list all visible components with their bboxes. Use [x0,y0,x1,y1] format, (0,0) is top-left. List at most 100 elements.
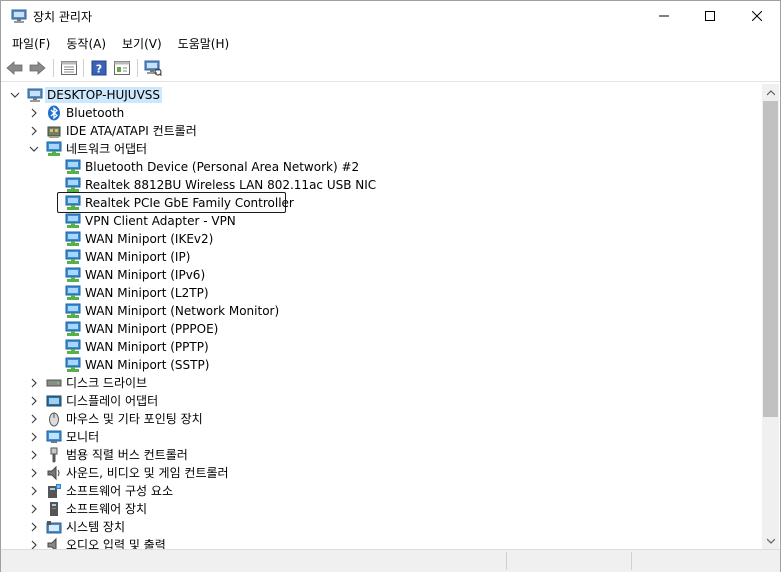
tree-item-label: 오디오 입력 및 출력 [66,538,166,549]
tree-device-selected[interactable]: Realtek PCIe GbE Family Controller [1,194,761,212]
monitor-icon [46,429,62,445]
tree-device[interactable]: WAN Miniport (PPTP) [1,338,761,356]
minimize-button[interactable] [641,1,687,31]
tree-device[interactable]: WAN Miniport (IPv6) [1,266,761,284]
network-adapter-icon [65,177,81,193]
chevron-right-icon[interactable] [28,107,40,119]
menu-file[interactable]: 파일(F) [4,32,58,54]
menu-view[interactable]: 보기(V) [114,32,170,54]
tree-device[interactable]: Realtek 8812BU Wireless LAN 802.11ac USB… [1,176,761,194]
status-separator [506,552,507,570]
tree-item-label: WAN Miniport (PPPOE) [85,322,219,336]
tree-category[interactable]: 마우스 및 기타 포인팅 장치 [1,410,761,428]
chevron-right-icon[interactable] [28,467,40,479]
scroll-down-button[interactable] [762,532,779,549]
speaker-icon [46,465,62,481]
chevron-down-icon [766,538,775,544]
software-component-icon [46,483,62,499]
tree-category[interactable]: 소프트웨어 장치 [1,500,761,518]
forward-button[interactable] [27,58,47,78]
ide-controller-icon [46,123,62,139]
tree-device[interactable]: WAN Miniport (Network Monitor) [1,302,761,320]
status-bar [1,549,780,572]
close-icon [752,11,762,21]
chevron-right-icon[interactable] [28,413,40,425]
tree-device[interactable]: WAN Miniport (PPPOE) [1,320,761,338]
tree-device[interactable]: Bluetooth Device (Personal Area Network)… [1,158,761,176]
chevron-right-icon[interactable] [28,395,40,407]
window-title: 장치 관리자 [33,10,93,24]
tree-item-label: 사운드, 비디오 및 게임 컨트롤러 [66,466,229,480]
minimize-icon [659,15,669,17]
tree-item-label: 디스플레이 어댑터 [66,394,159,408]
tree-item-label: Bluetooth Device (Personal Area Network)… [85,160,360,174]
back-button[interactable] [5,58,25,78]
toolbar: ? [1,55,780,82]
chevron-right-icon[interactable] [28,503,40,515]
network-adapter-icon [65,267,81,283]
tree-item-label: Realtek PCIe GbE Family Controller [85,196,294,210]
display-adapter-icon [46,393,62,409]
tree-item-label: WAN Miniport (PPTP) [85,340,209,354]
tree-item-label: WAN Miniport (IP) [85,250,191,264]
tree-category[interactable]: 사운드, 비디오 및 게임 컨트롤러 [1,464,761,482]
network-adapter-icon [46,141,62,157]
back-arrow-icon [6,61,23,75]
forward-arrow-icon [29,61,46,75]
tree-category[interactable]: 디스크 드라이브 [1,374,761,392]
device-tree[interactable]: DESKTOP-HUJUVSS Bluetooth IDE ATA/ATAPI 컨트… [1,84,761,549]
chevron-right-icon[interactable] [28,449,40,461]
tree-item-label: Realtek 8812BU Wireless LAN 802.11ac USB… [85,178,377,192]
tree-device[interactable]: WAN Miniport (IP) [1,248,761,266]
tree-root[interactable]: DESKTOP-HUJUVSS [1,86,761,104]
network-adapter-icon [65,213,81,229]
scroll-up-button[interactable] [762,84,779,101]
chevron-right-icon[interactable] [28,377,40,389]
help-button[interactable]: ? [89,58,109,78]
device-manager-icon [11,8,27,24]
toolbar-separator [83,59,84,77]
chevron-right-icon[interactable] [28,125,40,137]
tree-category[interactable]: 디스플레이 어댑터 [1,392,761,410]
chevron-right-icon[interactable] [28,521,40,533]
chevron-right-icon[interactable] [28,539,40,549]
close-button[interactable] [734,1,780,31]
menu-action[interactable]: 동작(A) [58,32,114,54]
tree-item-label: VPN Client Adapter - VPN [85,214,236,228]
tree-item-label: 마우스 및 기타 포인팅 장치 [66,412,203,426]
menu-bar: 파일(F) 동작(A) 보기(V) 도움말(H) [1,32,780,54]
tree-category[interactable]: 시스템 장치 [1,518,761,536]
tree-category[interactable]: Bluetooth [1,104,761,122]
tree-device[interactable]: WAN Miniport (IKEv2) [1,230,761,248]
tree-category[interactable]: IDE ATA/ATAPI 컨트롤러 [1,122,761,140]
tree-item-label: IDE ATA/ATAPI 컨트롤러 [66,124,197,138]
tree-category[interactable]: 범용 직렬 버스 컨트롤러 [1,446,761,464]
view-button[interactable] [112,58,132,78]
tree-device[interactable]: WAN Miniport (SSTP) [1,356,761,374]
tree-item-label: 모니터 [66,430,100,444]
title-bar[interactable]: 장치 관리자 [1,1,780,31]
vertical-scrollbar[interactable] [762,84,779,549]
status-separator [631,552,632,570]
maximize-button[interactable] [687,1,733,31]
tree-item-label: WAN Miniport (Network Monitor) [85,304,280,318]
chevron-down-icon[interactable] [9,89,21,101]
tree-category-network[interactable]: 네트워크 어댑터 [1,140,761,158]
usb-icon [46,447,62,463]
chevron-right-icon[interactable] [28,485,40,497]
scroll-thumb[interactable] [763,101,778,417]
chevron-down-icon[interactable] [28,143,40,155]
chevron-right-icon[interactable] [28,431,40,443]
tree-item-label: 소프트웨어 장치 [66,502,148,516]
tree-category[interactable]: 소프트웨어 구성 요소 [1,482,761,500]
tree-device[interactable]: WAN Miniport (L2TP) [1,284,761,302]
scan-hardware-icon [144,60,162,76]
bluetooth-icon [46,105,62,121]
scan-hardware-button[interactable] [143,58,163,78]
tree-category[interactable]: 모니터 [1,428,761,446]
device-manager-window: 장치 관리자 파일(F) 동작(A) 보기(V) 도움말(H) ? DESKTO… [0,0,781,572]
tree-category[interactable]: 오디오 입력 및 출력 [1,536,761,549]
menu-help[interactable]: 도움말(H) [170,32,238,54]
tree-device[interactable]: VPN Client Adapter - VPN [1,212,761,230]
properties-button[interactable] [59,58,79,78]
